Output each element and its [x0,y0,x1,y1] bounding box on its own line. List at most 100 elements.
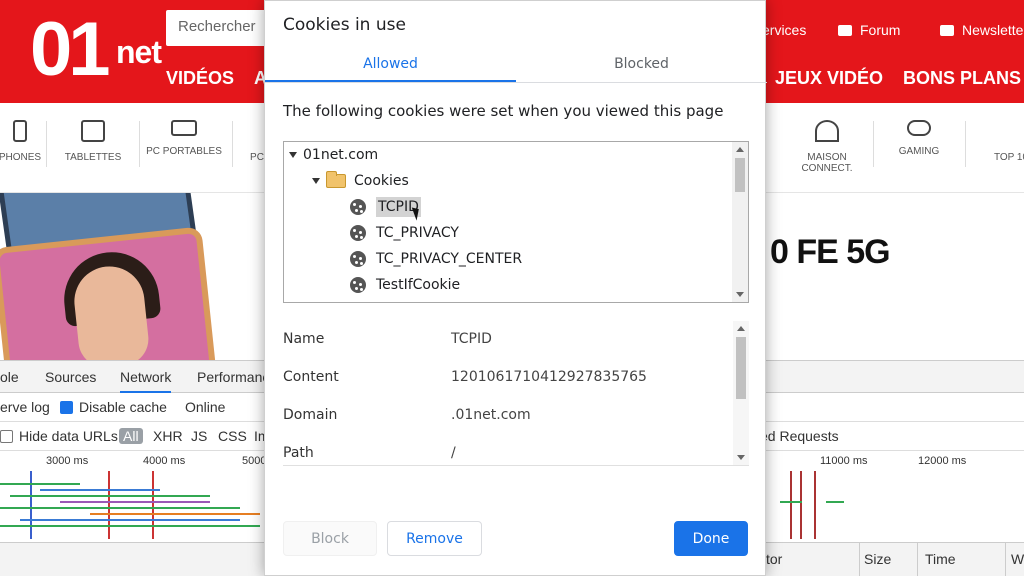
disable-cache-checkbox[interactable]: Disable cache [60,399,167,415]
column-time[interactable]: Time [925,551,956,567]
hide-data-urls-checkbox[interactable]: Hide data URLs [0,428,118,444]
site-search-input[interactable]: Rechercher [166,10,276,46]
column-divider [917,543,918,576]
services-link-label: ervices [762,22,807,38]
details-scrollbar[interactable] [733,321,749,465]
phone-image [0,226,218,360]
category-top10[interactable]: TOP 10 [966,120,1024,163]
category-tablettes[interactable]: TABLETTES [48,120,138,163]
divider [265,82,767,83]
throttling-select[interactable]: Online [185,399,225,415]
cookies-dialog: Cookies in use Allowed Blocked The follo… [264,0,767,576]
filter-js[interactable]: JS [191,428,207,444]
divider [46,121,47,167]
detail-value: .01net.com [451,407,531,423]
nav-videos[interactable]: VIDÉOS [166,68,234,89]
tree-site-node[interactable]: 01net.com [289,143,378,167]
tree-cookie-item[interactable]: TC_PRIVACY [350,221,459,245]
tab-network[interactable]: Network [120,369,172,393]
tree-cookie-item-selected[interactable]: TCPID [350,195,421,219]
category-label: PHONES [0,152,42,163]
tab-performance[interactable]: Performanc [197,369,269,385]
remove-button[interactable]: Remove [387,521,482,556]
scroll-up-arrow-icon[interactable] [737,326,745,331]
blocked-requests-label[interactable]: ed Requests [760,428,839,444]
load-line [108,471,110,539]
scroll-thumb[interactable] [735,158,745,192]
request-bar [90,513,260,515]
cookie-icon [350,199,366,215]
nav-jeux-video[interactable]: JEUX VIDÉO [775,68,883,89]
detail-label: Path [283,445,314,461]
request-bar [780,501,802,503]
scroll-down-arrow-icon[interactable] [736,292,744,297]
services-link[interactable]: ervices [762,22,806,38]
column-divider [859,543,860,576]
category-label: PC PORTABLES [146,146,222,157]
forum-icon [838,24,852,36]
expand-triangle-icon [289,152,297,158]
tree-folder-node[interactable]: Cookies [312,169,409,193]
timeline-tick: 11000 ms [820,455,868,467]
top10-icon [999,120,1023,142]
hero-title: 0 FE 5G [770,233,891,271]
tablet-icon [81,120,105,142]
tree-cookie-label: TC_PRIVACY_CENTER [376,251,523,267]
tree-scrollbar[interactable] [732,142,748,302]
timeline-tick: 3000 ms [46,455,89,467]
done-button[interactable]: Done [674,521,748,556]
scroll-thumb[interactable] [736,337,746,399]
load-line [814,471,816,539]
wifi-home-icon [815,120,839,142]
category-maison-connect[interactable]: MAISON CONNECT. [782,120,872,174]
hide-data-urls-label: Hide data URLs [19,428,118,444]
mail-icon [940,24,954,36]
column-initiator[interactable]: tor [766,551,782,567]
block-button[interactable]: Block [283,521,377,556]
request-bar [0,507,240,509]
timeline-tick: 5000 [242,455,267,467]
request-bar [826,501,844,503]
category-label: MAISON CONNECT. [801,152,853,174]
tab-sources[interactable]: Sources [45,369,96,385]
gamepad-icon [907,120,931,136]
laptop-icon [171,120,197,136]
site-logo[interactable]: 01 net [30,8,162,92]
preserve-log-label[interactable]: erve log [0,399,50,415]
column-size[interactable]: Size [864,551,891,567]
filter-xhr[interactable]: XHR [153,428,183,444]
timeline-tick: 4000 ms [143,455,186,467]
request-bar [20,519,240,521]
load-line [152,471,154,539]
load-line [790,471,792,539]
tree-cookie-item[interactable]: TC_PRIVACY_CENTER [350,247,522,271]
detail-row-content: Content 1201061710412927835765 [283,369,723,393]
checkbox-icon [0,430,13,443]
logo-sub: net [116,34,162,70]
request-bar [0,483,80,485]
nav-bons-plans[interactable]: BONS PLANS [903,68,1021,89]
newsletter-link[interactable]: Newslette [940,22,1023,38]
scroll-up-arrow-icon[interactable] [736,147,744,152]
detail-row-name: Name TCPID [283,331,723,355]
category-label: TABLETTES [64,152,122,163]
category-gaming[interactable]: GAMING [874,120,964,157]
checkbox-checked-icon [60,401,73,414]
filter-all[interactable]: All [119,428,143,444]
tree-cookie-item[interactable]: TestIfCookie [350,273,460,297]
detail-value: TCPID [451,331,492,347]
tab-blocked[interactable]: Blocked [516,56,767,82]
cookie-icon [350,251,366,267]
request-bar [0,525,260,527]
cookie-icon [350,225,366,241]
scroll-down-arrow-icon[interactable] [737,455,745,460]
tab-console[interactable]: ole [0,369,19,385]
cookie-icon [350,277,366,293]
detail-value: / [451,445,456,461]
tab-allowed[interactable]: Allowed [265,56,516,82]
category-label: GAMING [898,146,940,157]
column-waterfall[interactable]: W [1011,551,1024,567]
filter-css[interactable]: CSS [218,428,247,444]
cookie-details: Name TCPID Content 120106171041292783576… [283,321,749,466]
forum-link[interactable]: Forum [838,22,900,38]
